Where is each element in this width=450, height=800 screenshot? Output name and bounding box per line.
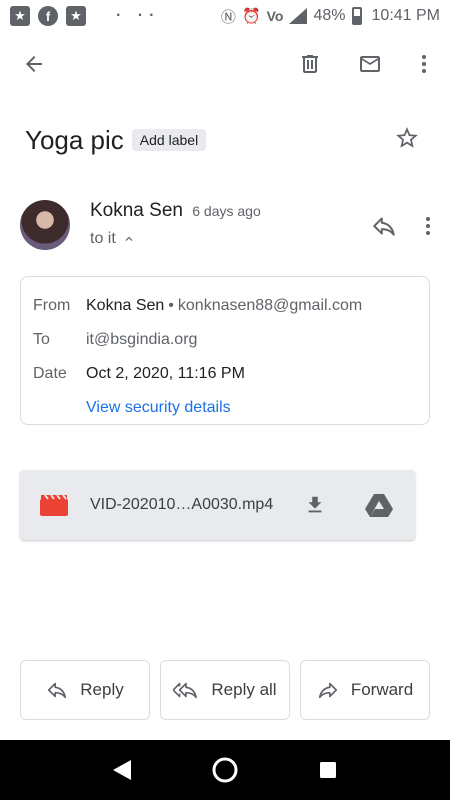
to-value: it@bsgindia.org [86,331,198,348]
email-subject: Yoga pic [25,124,124,155]
reply-all-icon [173,682,198,699]
home-circle-icon [212,757,238,783]
app-notification-icon: ★ [66,6,86,26]
back-triangle-icon [112,760,131,780]
battery-icon [351,7,362,25]
reply-all-button[interactable]: Reply all [160,660,290,720]
mail-icon [360,56,380,72]
top-toolbar [0,40,450,90]
more-notifications-icon: · ·· [116,7,161,24]
forward-icon [318,682,337,699]
nfc-icon: Ⓝ [220,8,236,26]
alarm-icon: ⏰ [241,8,261,25]
from-row: From Kokna Sen • konknasen88@gmail.com [33,289,417,323]
attachment-filename: VID-202010…A0030.mp4 [90,496,274,513]
quick-reply-button[interactable] [364,206,404,246]
reply-all-label: Reply all [211,680,277,699]
reply-icon [48,682,67,699]
subject-row: Yoga pic Add label [25,118,435,162]
sender-name-line: Kokna Sen 6 days ago [90,200,261,222]
message-more-button[interactable] [412,206,444,246]
forward-button[interactable]: Forward [300,660,430,720]
date-value: Oct 2, 2020, 11:16 PM [86,365,245,382]
reply-label: Reply [80,680,124,699]
from-name: Kokna Sen [86,297,165,314]
signal-icon [289,8,308,24]
chevron-up-icon [125,236,133,241]
video-file-icon [40,494,68,516]
nav-home-button[interactable] [200,745,250,795]
status-notifications: ★ f ★ · ·· [10,6,160,26]
date-row: Date Oct 2, 2020, 11:16 PM [33,357,417,391]
view-security-details-link[interactable]: View security details [86,399,231,417]
message-actions: Reply Reply all Forward [20,660,430,720]
more-vert-icon [422,55,426,73]
system-nav-bar [0,740,450,800]
app-notification-icon: ★ [10,6,30,26]
security-row: View security details [33,391,417,425]
drive-icon [365,494,393,517]
from-email: konknasen88@gmail.com [177,297,363,314]
back-button[interactable] [10,40,58,88]
to-summary: to it [90,230,116,247]
to-row: To it@bsgindia.org [33,323,417,357]
more-vert-icon [426,217,430,235]
status-bar: ★ f ★ · ·· Ⓝ ⏰ Vo 48% 10:41 PM [0,0,450,32]
download-button[interactable] [295,485,335,525]
mark-unread-button[interactable] [346,40,394,88]
star-button[interactable] [387,118,427,158]
sender-row: Kokna Sen 6 days ago to it [20,198,440,254]
sent-time: 6 days ago [192,203,261,219]
reply-icon [373,217,395,236]
nav-back-button[interactable] [97,745,147,795]
attachment-card[interactable]: VID-202010…A0030.mp4 [20,470,415,540]
separator-dot: • [168,297,174,314]
trash-icon [302,55,318,73]
nav-recents-button[interactable] [303,745,353,795]
facebook-icon: f [38,6,58,26]
sender-name: Kokna Sen [90,200,183,221]
reply-button[interactable]: Reply [20,660,150,720]
star-outline-icon [396,127,418,148]
add-label-chip[interactable]: Add label [131,129,207,151]
battery-percent: 48% [313,7,346,24]
more-options-button[interactable] [400,40,448,88]
volte-indicator: Vo [266,8,284,24]
status-system: Ⓝ ⏰ Vo 48% 10:41 PM [221,6,440,27]
message-details-card: From Kokna Sen • konknasen88@gmail.com T… [20,276,430,425]
recents-square-icon [320,762,337,778]
save-to-drive-button[interactable] [359,485,399,525]
delete-button[interactable] [286,40,334,88]
clock: 10:41 PM [371,7,440,24]
from-key: From [33,297,71,314]
to-key: To [33,331,50,348]
forward-label: Forward [350,680,414,699]
download-icon [308,496,322,513]
date-key: Date [33,365,67,382]
recipients-toggle[interactable]: to it [90,230,136,248]
back-arrow-icon [26,56,42,72]
avatar[interactable] [20,200,70,250]
